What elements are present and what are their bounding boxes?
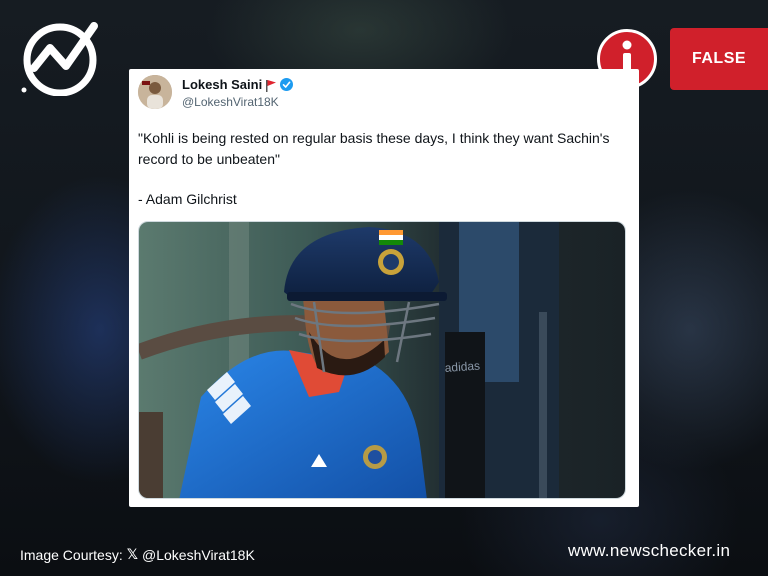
- author-handle[interactable]: @LokeshVirat18K: [182, 95, 279, 109]
- newschecker-logo-icon: [20, 20, 104, 97]
- x-logo-icon: 𝕏: [126, 546, 138, 562]
- avatar[interactable]: [138, 75, 172, 109]
- tweet-text: "Kohli is being rested on regular basis …: [138, 130, 610, 167]
- author-row: Lokesh Saini: [182, 77, 294, 92]
- jersey-brand-text: adidas: [444, 359, 480, 375]
- tweet-card: Lokesh Saini @LokeshVirat18K "Kohli is b…: [129, 69, 639, 507]
- image-credit: Image Courtesy: 𝕏 @LokeshVirat18K: [20, 546, 255, 563]
- red-flag-icon: [266, 79, 277, 92]
- credit-prefix: Image Courtesy:: [20, 546, 123, 563]
- tweet-media-image[interactable]: adidas: [138, 221, 626, 499]
- credit-handle[interactable]: @LokeshVirat18K: [142, 547, 255, 563]
- tweet-attribution: - Adam Gilchrist: [138, 191, 237, 207]
- author-name[interactable]: Lokesh Saini: [182, 77, 262, 92]
- site-url[interactable]: www.newschecker.in: [568, 541, 730, 561]
- verdict-badge: FALSE: [670, 28, 768, 90]
- verified-badge-icon: [280, 78, 294, 91]
